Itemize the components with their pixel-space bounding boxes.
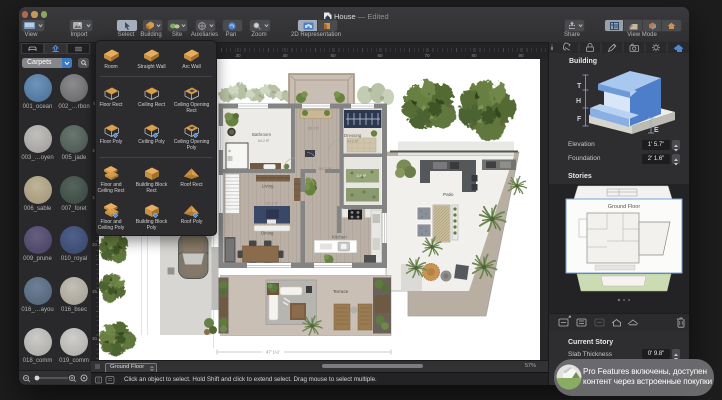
svg-text:Dining: Dining bbox=[261, 231, 274, 236]
svg-text:Terrace: Terrace bbox=[333, 289, 349, 294]
svg-text:Dressing: Dressing bbox=[344, 133, 362, 138]
svg-text:25: 25 bbox=[92, 289, 97, 294]
svg-text:131.2 ft²: 131.2 ft² bbox=[265, 202, 279, 206]
svg-text:70: 70 bbox=[424, 53, 430, 58]
svg-text:Patio: Patio bbox=[443, 192, 454, 197]
svg-text:Living: Living bbox=[262, 184, 274, 189]
svg-text:Ground Floor: Ground Floor bbox=[608, 204, 641, 210]
svg-text:30: 30 bbox=[235, 53, 241, 58]
svg-text:E: E bbox=[654, 127, 659, 134]
svg-text:60: 60 bbox=[377, 53, 383, 58]
svg-text:80: 80 bbox=[471, 53, 477, 58]
svg-text:90: 90 bbox=[518, 53, 524, 58]
svg-text:40: 40 bbox=[282, 53, 288, 58]
svg-text:Kitchen: Kitchen bbox=[332, 235, 347, 240]
svg-text:F: F bbox=[577, 116, 582, 123]
svg-text:Bathroom: Bathroom bbox=[252, 132, 271, 137]
svg-text:90.3 ft²: 90.3 ft² bbox=[347, 140, 359, 144]
svg-text:56.3 ft²: 56.3 ft² bbox=[308, 127, 320, 131]
svg-text:30: 30 bbox=[92, 336, 97, 341]
svg-text:50: 50 bbox=[330, 53, 336, 58]
svg-text:282.7 ft²: 282.7 ft² bbox=[318, 167, 332, 171]
svg-text:47' 1¼": 47' 1¼" bbox=[266, 350, 280, 355]
svg-text:64.2 ft²: 64.2 ft² bbox=[258, 139, 270, 143]
svg-text:T: T bbox=[577, 83, 582, 90]
svg-text:20: 20 bbox=[92, 242, 97, 247]
svg-text:H: H bbox=[576, 98, 581, 105]
svg-text:119 ft²: 119 ft² bbox=[356, 174, 367, 178]
